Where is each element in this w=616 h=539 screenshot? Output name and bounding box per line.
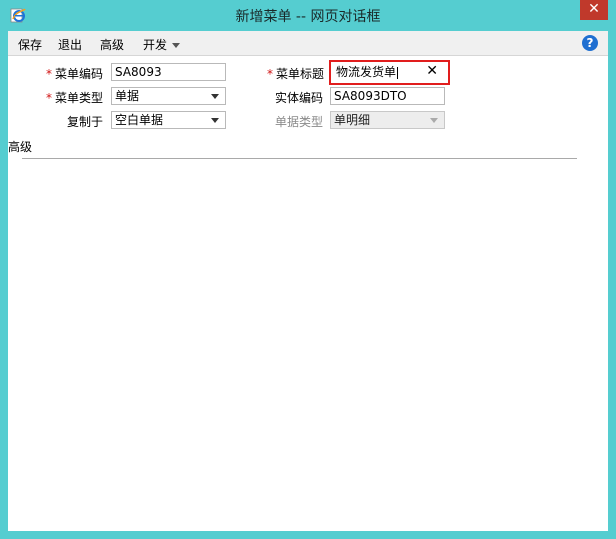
dialog-window: 新增菜单 -- 网页对话框 ✕ 保存 退出 高级 开发 ? * 菜单编码 SA80… (0, 0, 616, 539)
menu-type-select[interactable]: 单据 (111, 87, 226, 105)
text-cursor (397, 66, 399, 79)
menu-title-label: * 菜单标题 (266, 67, 324, 81)
doc-type-value: 单明细 (334, 113, 371, 127)
help-icon[interactable]: ? (582, 35, 598, 51)
exit-button[interactable]: 退出 (58, 36, 82, 53)
chevron-down-icon (172, 43, 181, 48)
dropdown-arrow-icon (211, 94, 219, 99)
menu-title-value: 物流发货单 (336, 65, 397, 79)
entity-code-input[interactable]: SA8093DTO (330, 87, 445, 105)
advanced-section-label: 高级 (8, 140, 33, 154)
required-marker: * (266, 67, 273, 81)
copy-from-value: 空白单据 (115, 113, 164, 127)
toolbar: 保存 退出 高级 开发 ? (8, 31, 608, 56)
entity-code-label: 实体编码 (274, 91, 323, 105)
advanced-button[interactable]: 高级 (100, 36, 124, 53)
required-marker: * (45, 91, 52, 105)
dropdown-arrow-icon (211, 118, 219, 123)
develop-menu[interactable]: 开发 (143, 36, 181, 53)
clear-icon[interactable]: ✕ (426, 63, 438, 79)
dropdown-arrow-icon (430, 118, 438, 123)
copy-from-label: 复制于 (66, 115, 103, 129)
close-button[interactable]: ✕ (580, 0, 608, 20)
menu-title-input[interactable]: 物流发货单 ✕ (332, 63, 447, 81)
doc-type-label: 单据类型 (274, 115, 323, 129)
doc-type-select: 单明细 (330, 111, 445, 129)
menu-code-input[interactable]: SA8093 (111, 63, 226, 81)
develop-menu-label: 开发 (143, 38, 168, 52)
window-title: 新增菜单 -- 网页对话框 (235, 9, 381, 25)
required-marker: * (45, 67, 52, 81)
title-bar: 新增菜单 -- 网页对话框 ✕ (0, 0, 616, 30)
section-divider (22, 158, 577, 159)
menu-type-label: * 菜单类型 (45, 91, 103, 105)
menu-code-label: * 菜单编码 (45, 67, 103, 81)
menu-type-value: 单据 (115, 89, 140, 103)
dialog-content: 保存 退出 高级 开发 ? * 菜单编码 SA8093 * 菜单标题 物流发货单 ✕… (8, 31, 608, 531)
copy-from-select[interactable]: 空白单据 (111, 111, 226, 129)
close-icon: ✕ (588, 1, 600, 17)
save-button[interactable]: 保存 (18, 36, 42, 53)
